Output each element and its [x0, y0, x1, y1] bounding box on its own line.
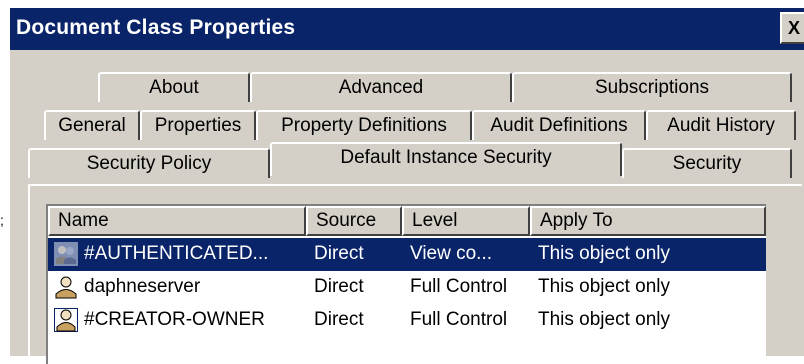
row-source: Direct — [314, 276, 364, 297]
tab-audit-definitions[interactable]: Audit Definitions — [472, 110, 646, 140]
list-header: Name Source Level Apply To — [48, 206, 766, 236]
row-level: Full Control — [410, 276, 508, 297]
row-level: View co... — [410, 243, 493, 264]
row-name: #AUTHENTICATED... — [84, 243, 269, 264]
list-item[interactable]: #AUTHENTICATED... Direct View co... This… — [48, 238, 766, 271]
edge-artifact: ; — [0, 212, 4, 228]
tab-property-definitions[interactable]: Property Definitions — [256, 110, 472, 140]
tab-audit-history[interactable]: Audit History — [646, 110, 796, 140]
column-header-name[interactable]: Name — [48, 206, 306, 236]
user-icon — [55, 276, 77, 299]
tab-advanced[interactable]: Advanced — [250, 72, 512, 102]
close-button[interactable]: X — [780, 12, 804, 44]
tab-security[interactable]: Security — [622, 148, 792, 178]
permissions-list[interactable]: Name Source Level Apply To #AUTHENTICATE… — [46, 204, 766, 364]
tab-subscriptions[interactable]: Subscriptions — [512, 72, 792, 102]
row-level: Full Control — [410, 309, 508, 330]
tab-properties[interactable]: Properties — [140, 110, 256, 140]
list-item[interactable]: #CREATOR-OWNER Direct Full Control This … — [48, 304, 766, 337]
group-icon — [54, 242, 78, 266]
row-name: daphneserver — [84, 276, 201, 297]
window-title: Document Class Properties — [16, 16, 296, 39]
tab-default-instance-security[interactable]: Default Instance Security — [270, 142, 622, 176]
column-header-level[interactable]: Level — [402, 206, 530, 236]
tab-about[interactable]: About — [98, 72, 250, 102]
row-apply-to: This object only — [538, 243, 671, 264]
row-name: #CREATOR-OWNER — [84, 309, 265, 330]
tab-general[interactable]: General — [44, 110, 140, 140]
row-apply-to: This object only — [538, 309, 671, 330]
tab-security-policy[interactable]: Security Policy — [28, 148, 270, 178]
column-header-source[interactable]: Source — [306, 206, 402, 236]
column-header-apply-to[interactable]: Apply To — [530, 206, 766, 236]
title-bar: Document Class Properties X — [10, 8, 804, 50]
row-source: Direct — [314, 243, 364, 264]
row-apply-to: This object only — [538, 276, 671, 297]
row-source: Direct — [314, 309, 364, 330]
user-icon — [54, 308, 78, 332]
list-item[interactable]: daphneserver Direct Full Control This ob… — [48, 271, 766, 304]
